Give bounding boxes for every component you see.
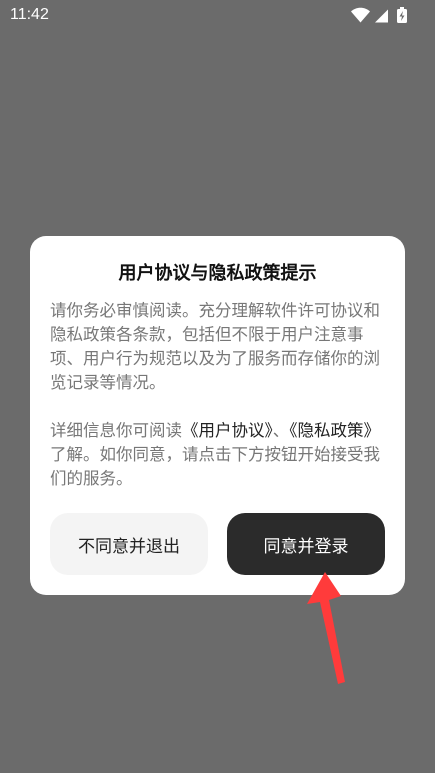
link-separator: 、 (272, 421, 290, 440)
user-agreement-link[interactable]: 《用户协议》 (182, 421, 273, 440)
consent-paragraph: 请你务必审慎阅读。充分理解软件许可协议和隐私政策各条款，包括但不限于用户注意事项… (50, 301, 380, 392)
battery-icon (397, 7, 407, 23)
status-time: 11:42 (10, 6, 49, 23)
decline-and-exit-button[interactable]: 不同意并退出 (50, 513, 208, 575)
privacy-consent-dialog: 用户协议与隐私政策提示 请你务必审慎阅读。充分理解软件许可协议和隐私政策各条款，… (30, 236, 405, 595)
details-paragraph: 详细信息你可阅读《用户协议》、《隐私政策》了解。如你同意，请点击下方按钮开始接受… (50, 419, 385, 491)
signal-icon (375, 9, 388, 23)
annotation-arrow-icon (307, 572, 345, 684)
details-prefix: 详细信息你可阅读 (50, 421, 182, 440)
agree-and-login-button[interactable]: 同意并登录 (227, 513, 385, 575)
details-suffix: 了解。如你同意，请点击下方按钮开始接受我们的服务。 (50, 445, 380, 488)
privacy-policy-link[interactable]: 《隐私政策》 (289, 421, 380, 440)
dialog-body: 请你务必审慎阅读。充分理解软件许可协议和隐私政策各条款，包括但不限于用户注意事项… (50, 299, 385, 491)
dialog-title: 用户协议与隐私政策提示 (118, 263, 317, 284)
status-icons (351, 7, 413, 23)
wifi-icon (351, 7, 370, 23)
status-bar: 11:42 (0, 0, 435, 30)
